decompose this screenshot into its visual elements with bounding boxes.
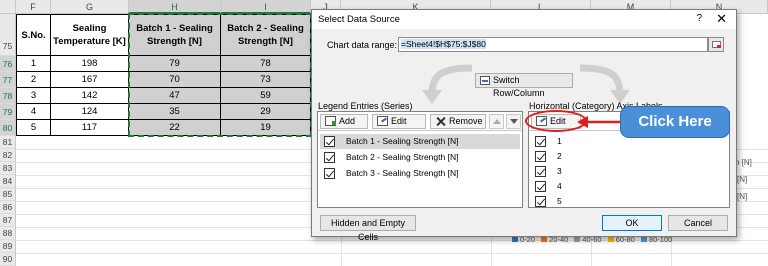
row-header[interactable]: 82 xyxy=(0,149,16,162)
row-header[interactable]: 76 xyxy=(0,56,16,72)
move-down-button[interactable] xyxy=(506,114,521,129)
legend-entries-panel: Add Edit Remove Batch 1 - Sealing Streng… xyxy=(317,111,523,208)
row-header[interactable]: 83 xyxy=(0,162,16,175)
series-item[interactable]: Batch 3 - Sealing Strength [N] xyxy=(320,166,520,181)
move-down-icon xyxy=(510,119,518,124)
remove-series-button[interactable]: Remove xyxy=(430,114,486,129)
series-checkbox[interactable] xyxy=(324,152,335,163)
series-checkbox[interactable] xyxy=(324,168,335,179)
series-label: Batch 2 - Sealing Strength [N] xyxy=(346,152,459,162)
chart-label-fragment: [N] xyxy=(737,175,748,184)
select-all-corner[interactable] xyxy=(0,0,16,14)
table-cell[interactable]: 70 xyxy=(129,72,221,88)
row-header[interactable]: 86 xyxy=(0,201,16,214)
remove-icon xyxy=(435,116,446,126)
ok-button[interactable]: OK xyxy=(602,215,662,231)
row-header[interactable]: 78 xyxy=(0,88,16,104)
row-header[interactable]: 80 xyxy=(0,120,16,136)
table-header-batch2[interactable]: Batch 2 - Sealing Strength [N] xyxy=(221,14,311,56)
row-header[interactable]: 77 xyxy=(0,72,16,88)
table-header-sno[interactable]: S.No. xyxy=(16,14,51,56)
table-cell[interactable]: 73 xyxy=(221,72,311,88)
legend-toolbar: Add Edit Remove xyxy=(318,112,522,131)
table-cell[interactable]: 167 xyxy=(51,72,129,88)
axis-label-text: 4 xyxy=(557,181,562,191)
table-cell[interactable]: 198 xyxy=(51,56,129,72)
table-cell[interactable]: 142 xyxy=(51,88,129,104)
row-header[interactable]: 75 xyxy=(0,14,16,56)
table-cell[interactable]: 59 xyxy=(221,88,311,104)
axis-label-text: 1 xyxy=(557,136,562,146)
add-series-button[interactable]: Add xyxy=(320,114,368,129)
series-item[interactable]: Batch 2 - Sealing Strength [N] xyxy=(320,150,520,165)
remove-label: Remove xyxy=(449,116,483,126)
gridline xyxy=(16,253,768,254)
table-cell[interactable]: 78 xyxy=(221,56,311,72)
series-label: Batch 1 - Sealing Strength [N] xyxy=(346,136,459,146)
axis-label-checkbox[interactable] xyxy=(535,181,546,192)
table-header-temperature[interactable]: Sealing Temperature [K] xyxy=(51,14,129,56)
chart-label-fragment: h [N] xyxy=(735,158,752,167)
cancel-button[interactable]: Cancel xyxy=(668,215,728,231)
series-item[interactable]: Batch 1 - Sealing Strength [N] xyxy=(320,134,520,149)
row-header[interactable]: 88 xyxy=(0,227,16,240)
chart-label-fragment: [N] xyxy=(737,192,748,201)
axis-label-checkbox[interactable] xyxy=(535,166,546,177)
move-up-icon xyxy=(493,119,501,124)
hidden-empty-cells-button[interactable]: Hidden and Empty Cells xyxy=(320,215,416,242)
row-header[interactable]: 85 xyxy=(0,188,16,201)
table-cell[interactable]: 4 xyxy=(16,104,51,120)
table-cell[interactable]: 1 xyxy=(16,56,51,72)
table-cell[interactable]: 2 xyxy=(16,72,51,88)
table-cell[interactable]: 79 xyxy=(129,56,221,72)
table-cell[interactable]: 3 xyxy=(16,88,51,104)
column-header-h[interactable]: H xyxy=(129,0,221,14)
axis-label-text: 2 xyxy=(557,151,562,161)
axis-label-item[interactable]: 3 xyxy=(531,164,727,179)
column-header-g[interactable]: G xyxy=(51,0,129,14)
axis-label-text: 3 xyxy=(557,166,562,176)
add-label: Add xyxy=(339,116,356,126)
row-header[interactable]: 79 xyxy=(0,104,16,120)
table-cell[interactable]: 35 xyxy=(129,104,221,120)
column-header-i[interactable]: I xyxy=(221,0,311,14)
table-cell[interactable]: 124 xyxy=(51,104,129,120)
row-header[interactable]: 89 xyxy=(0,240,16,253)
callout-arrow-icon xyxy=(577,116,623,128)
table-cell[interactable]: 47 xyxy=(129,88,221,104)
column-header-f[interactable]: F xyxy=(16,0,51,14)
move-up-button[interactable] xyxy=(489,114,504,129)
axis-label-checkbox[interactable] xyxy=(535,151,546,162)
table-header-batch1[interactable]: Batch 1 - Sealing Strength [N] xyxy=(129,14,221,56)
switch-row-column-label: Switch Row/Column xyxy=(493,75,545,98)
table-cell[interactable]: 5 xyxy=(16,120,51,136)
row-header[interactable]: 90 xyxy=(0,253,16,266)
axis-label-checkbox[interactable] xyxy=(535,196,546,207)
edit-icon xyxy=(377,116,388,126)
edit-series-button[interactable]: Edit xyxy=(372,114,426,129)
row-header[interactable]: 87 xyxy=(0,214,16,227)
table-cell[interactable]: 22 xyxy=(129,120,221,136)
axis-label-text: 5 xyxy=(557,196,562,206)
row-header[interactable]: 84 xyxy=(0,175,16,188)
click-here-callout: Click Here xyxy=(620,106,730,138)
add-icon xyxy=(325,116,336,126)
legend-entries-label: Legend Entries (Series) xyxy=(318,101,413,111)
switch-row-column-button[interactable]: Switch Row/Column xyxy=(475,73,573,98)
edit-label: Edit xyxy=(391,116,407,126)
table-cell[interactable]: 19 xyxy=(221,120,311,136)
axis-label-item[interactable]: 2 xyxy=(531,149,727,164)
axis-label-item[interactable]: 4 xyxy=(531,179,727,194)
series-label: Batch 3 - Sealing Strength [N] xyxy=(346,168,459,178)
series-checkbox[interactable] xyxy=(324,136,335,147)
row-header[interactable]: 81 xyxy=(0,136,16,149)
table-cell[interactable]: 117 xyxy=(51,120,129,136)
axis-label-item[interactable]: 5 xyxy=(531,194,727,209)
switch-icon xyxy=(480,76,490,85)
table-cell[interactable]: 29 xyxy=(221,104,311,120)
axis-label-checkbox[interactable] xyxy=(535,136,546,147)
